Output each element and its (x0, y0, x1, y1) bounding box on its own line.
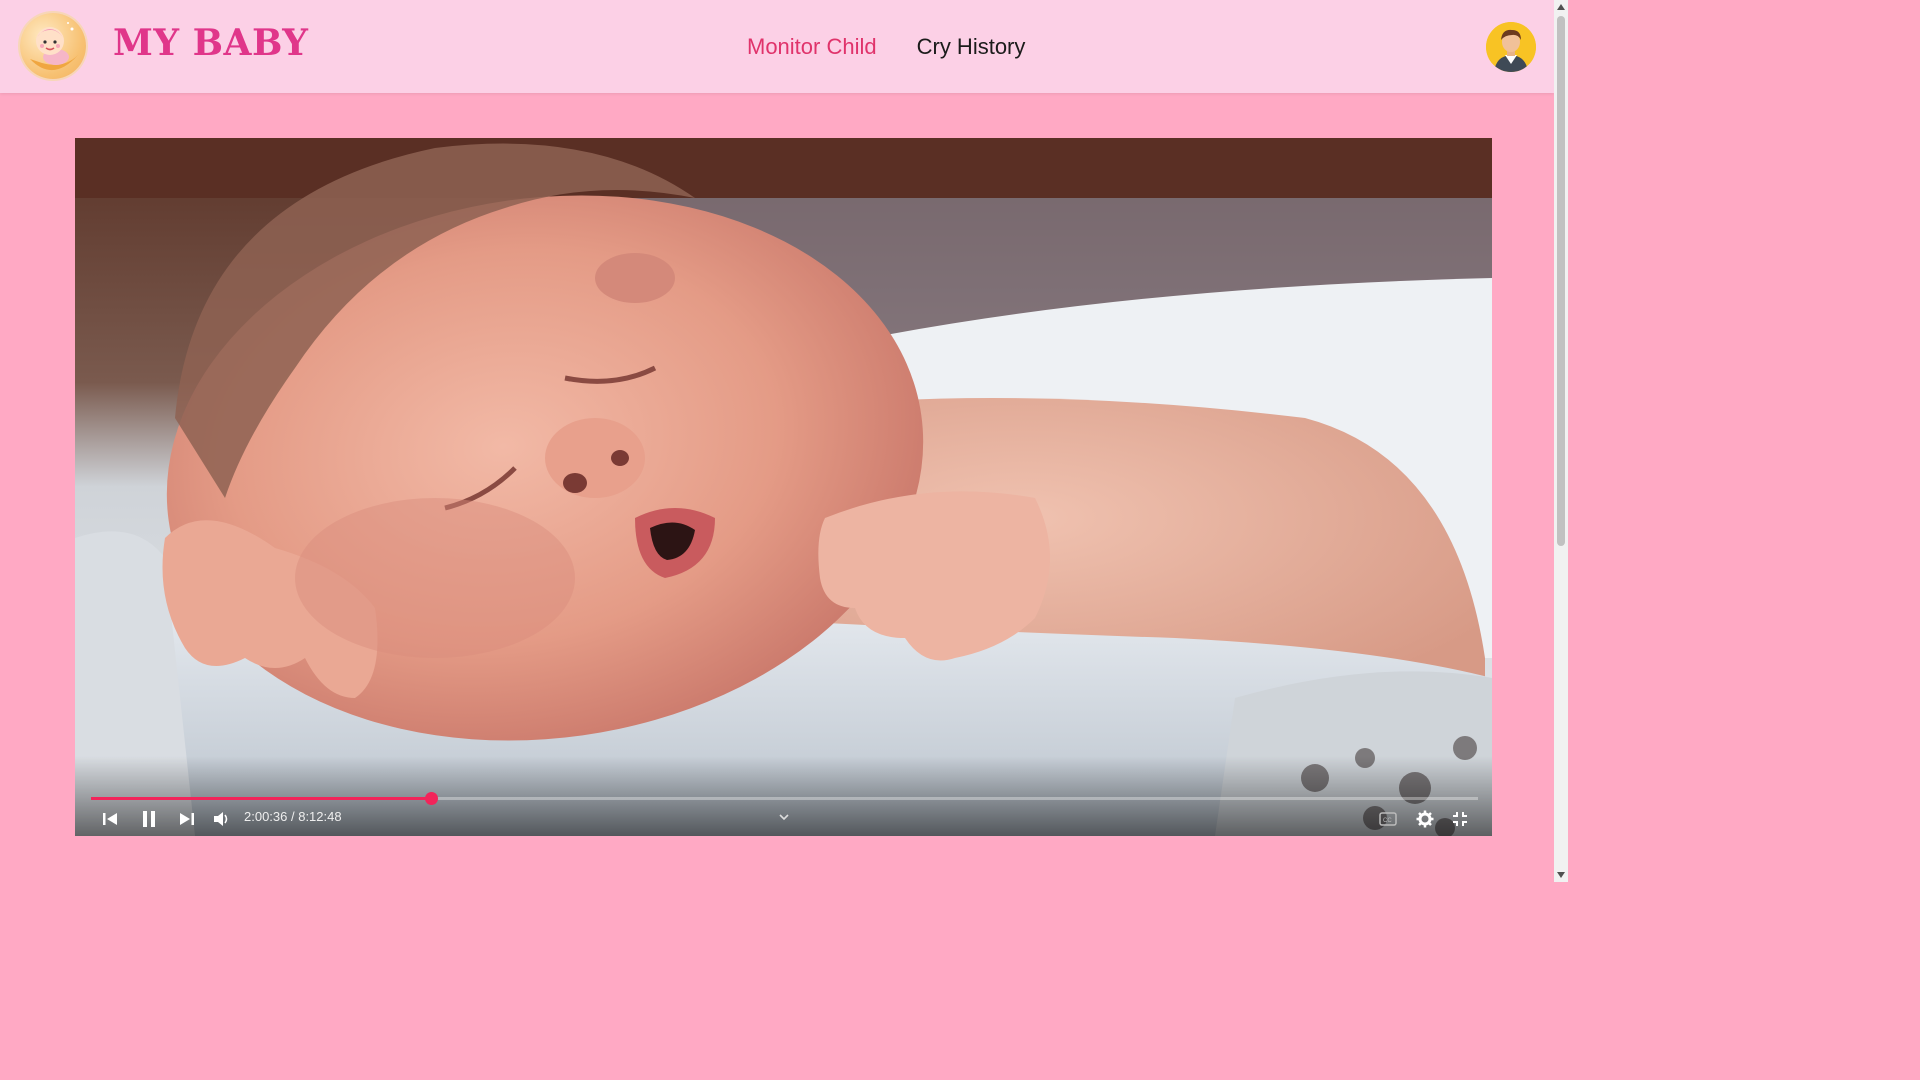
main-nav: Monitor Child Cry History (747, 34, 1025, 60)
top-navbar: MY BABY Monitor Child Cry History (0, 0, 1554, 93)
video-player[interactable]: 2:00:36 / 8:12:48 CC (75, 138, 1492, 836)
sleeping-baby-video-frame (75, 138, 1492, 836)
page-scrollbar[interactable] (1554, 0, 1568, 882)
svg-text:CC: CC (1383, 818, 1392, 824)
more-options-toggle[interactable] (774, 806, 794, 828)
seek-bar-played (91, 797, 431, 800)
user-avatar[interactable] (1486, 22, 1536, 72)
scroll-up-arrow-icon[interactable] (1557, 4, 1565, 10)
captions-button[interactable]: CC (1377, 808, 1399, 830)
nav-cry-history[interactable]: Cry History (917, 34, 1026, 60)
nav-monitor-child[interactable]: Monitor Child (747, 34, 877, 60)
volume-icon (214, 812, 228, 826)
exit-fullscreen-icon (1453, 812, 1467, 826)
avatar-person-icon (1486, 22, 1536, 72)
exit-fullscreen-button[interactable] (1449, 808, 1471, 830)
seek-bar[interactable] (91, 792, 1478, 805)
pause-icon (143, 811, 155, 827)
seek-bar-handle[interactable] (424, 792, 438, 805)
scroll-down-arrow-icon[interactable] (1557, 872, 1565, 878)
volume-button[interactable] (211, 808, 233, 830)
captions-icon: CC (1379, 812, 1397, 826)
baby-logo-icon[interactable] (20, 13, 86, 79)
page: MY BABY Monitor Child Cry History 2:00:3… (0, 0, 1568, 882)
settings-icon (1416, 810, 1434, 828)
settings-button[interactable] (1414, 808, 1436, 830)
chevron-down-icon (779, 814, 789, 821)
scroll-thumb[interactable] (1557, 16, 1565, 546)
pause-button[interactable] (138, 808, 160, 830)
time-display: 2:00:36 / 8:12:48 (244, 809, 342, 824)
next-button[interactable] (176, 808, 198, 830)
brand-title[interactable]: MY BABY (113, 22, 308, 64)
previous-icon (103, 813, 117, 825)
next-icon (180, 813, 194, 825)
previous-button[interactable] (99, 808, 121, 830)
